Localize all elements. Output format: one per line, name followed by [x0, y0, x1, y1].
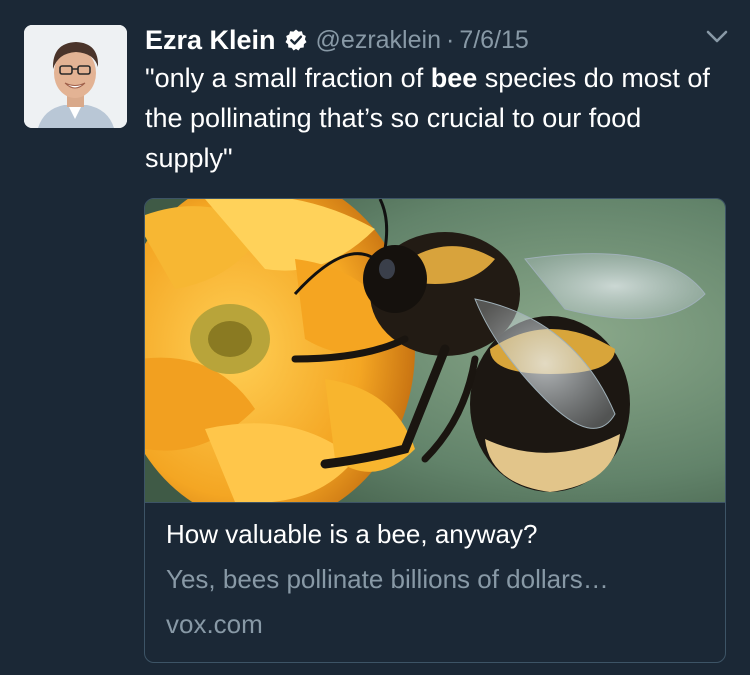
card-image[interactable] [145, 199, 725, 503]
tweet-text-start: "only a small fraction of [145, 63, 431, 93]
verified-badge-icon [284, 28, 308, 52]
tweet[interactable]: Ezra Klein @ezraklein · 7/6/15 "only a s… [0, 0, 750, 675]
author-handle[interactable]: @ezraklein [316, 26, 441, 55]
tweet-date[interactable]: 7/6/15 [459, 26, 529, 55]
separator-dot: · [445, 25, 455, 54]
chevron-down-icon[interactable] [706, 30, 728, 44]
link-card[interactable]: How valuable is a bee, anyway? Yes, bees… [144, 198, 726, 663]
tweet-header: Ezra Klein @ezraklein · 7/6/15 [145, 22, 529, 58]
card-description: Yes, bees pollinate billions of dollars… [166, 564, 609, 594]
avatar[interactable] [24, 25, 127, 128]
author-name[interactable]: Ezra Klein [145, 25, 276, 56]
card-title[interactable]: How valuable is a bee, anyway? [166, 519, 537, 550]
card-domain: vox.com [166, 609, 263, 639]
tweet-text-highlight: bee [430, 63, 478, 93]
tweet-text: "only a small fraction of bee species do… [145, 58, 735, 178]
